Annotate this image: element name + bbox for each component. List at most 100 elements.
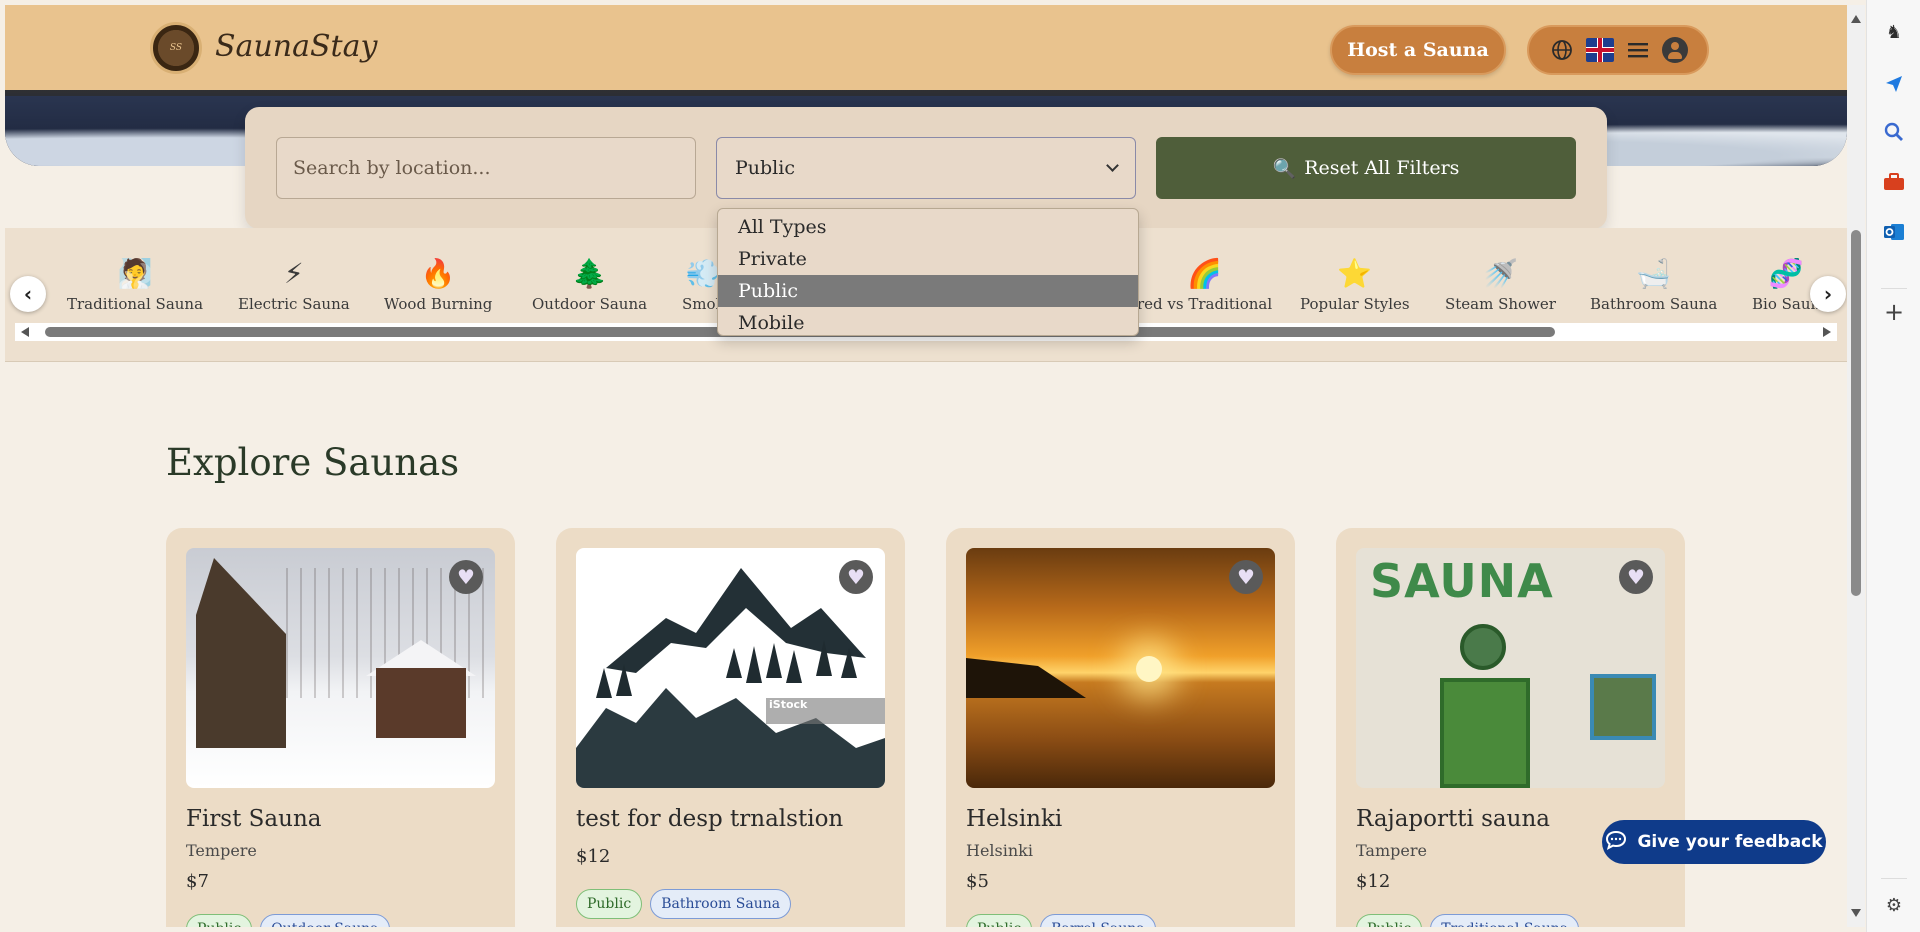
sauna-card-title[interactable]: test for desp trnalstion <box>576 806 843 832</box>
category-icon: 🚿 <box>1483 257 1518 290</box>
search-icon: 🔍 <box>1272 157 1297 180</box>
category-tag: Barrel Sauna <box>1040 914 1156 927</box>
heart-icon[interactable]: ♥ <box>449 560 483 594</box>
sauna-card-tags: Public Bathroom Sauna <box>576 889 792 919</box>
category-icon: ⚡ <box>284 257 304 290</box>
globe-icon[interactable] <box>1549 37 1575 63</box>
outlook-icon[interactable] <box>1882 220 1906 244</box>
type-option-public[interactable]: Public <box>718 275 1138 307</box>
chess-piece-icon[interactable]: ♞ <box>1882 20 1906 44</box>
search-icon[interactable] <box>1882 120 1906 144</box>
browser-side-panel: ♞ + ⚙ <box>1866 0 1920 932</box>
sauna-type-select[interactable]: Public <box>716 137 1136 199</box>
sauna-card-price: $12 <box>1356 871 1391 892</box>
sauna-card[interactable]: iStock ♥ test for desp trnalstion $12 Pu… <box>556 528 905 927</box>
sauna-card-image[interactable]: ♥ <box>186 548 495 788</box>
category-label: Steam Shower <box>1445 295 1556 313</box>
sauna-card-title[interactable]: First Sauna <box>186 806 321 832</box>
sauna-card-image[interactable]: iStock ♥ <box>576 548 885 788</box>
heart-icon[interactable]: ♥ <box>1619 560 1653 594</box>
brand-logo[interactable]: SS <box>150 22 202 74</box>
reset-all-filters-label: Reset All Filters <box>1304 157 1460 179</box>
user-menu-pill[interactable] <box>1527 25 1709 75</box>
type-option-all-types[interactable]: All Types <box>718 211 1138 243</box>
category-icon: 🧬 <box>1768 257 1804 290</box>
category-bathroom-sauna[interactable]: 🛁 Bathroom Sauna <box>1590 257 1718 314</box>
sauna-card[interactable]: SAUNA ♥ Rajaportti sauna Tampere $12 Pub… <box>1336 528 1685 927</box>
sauna-card-price: $7 <box>186 871 209 892</box>
gear-icon[interactable]: ⚙ <box>1882 893 1906 917</box>
category-label: Bathroom Sauna <box>1590 295 1718 313</box>
type-tag: Public <box>186 914 253 927</box>
give-feedback-button[interactable]: Give your feedback <box>1602 820 1826 864</box>
type-option-mobile[interactable]: Mobile <box>718 307 1138 339</box>
category-tag: Bathroom Sauna <box>650 889 792 919</box>
heart-icon[interactable]: ♥ <box>1229 560 1263 594</box>
host-a-sauna-button[interactable]: Host a Sauna <box>1330 25 1506 75</box>
hamburger-menu-icon[interactable] <box>1625 37 1651 63</box>
category-label: Electric Sauna <box>238 295 350 313</box>
category-traditional-sauna[interactable]: 🧖 Traditional Sauna <box>67 257 204 314</box>
chevron-down-icon <box>1106 159 1119 172</box>
sauna-card-location: Tampere <box>1356 841 1427 860</box>
scroll-down-icon[interactable] <box>1851 909 1861 917</box>
explore-saunas-heading: Explore Saunas <box>166 441 460 484</box>
category-bio-sauna[interactable]: 🧬 Bio Saun <box>1752 257 1820 314</box>
category-label: red vs Traditional <box>1137 295 1273 313</box>
uk-flag-icon[interactable] <box>1585 38 1614 62</box>
category-icon: ⭐ <box>1337 257 1373 290</box>
type-tag: Public <box>576 889 643 919</box>
category-wood-burning[interactable]: 🔥 Wood Burning <box>384 257 493 314</box>
sauna-card-tags: Public Outdoor Sauna <box>186 914 390 927</box>
send-icon[interactable] <box>1882 72 1906 96</box>
category-tag: Traditional Sauna <box>1430 914 1580 927</box>
user-avatar-icon[interactable] <box>1661 37 1688 63</box>
sauna-card-location: Helsinki <box>966 841 1033 860</box>
category-steam-shower[interactable]: 🚿 Steam Shower <box>1445 257 1556 314</box>
chevron-right-icon[interactable]: › <box>1810 276 1846 312</box>
sauna-card-image[interactable]: SAUNA ♥ <box>1356 548 1665 788</box>
sauna-type-dropdown: All Types Private Public Mobile <box>717 208 1139 336</box>
category-icon: 🔥 <box>420 257 456 290</box>
sauna-card-price: $12 <box>576 846 611 867</box>
page: SS SaunaStay Host a Sauna Search by loca… <box>5 5 1847 927</box>
category-label: Wood Burning <box>384 295 493 313</box>
category-icon: 🌈 <box>1187 257 1222 290</box>
brand-name[interactable]: SaunaStay <box>215 29 377 64</box>
sauna-card-title[interactable]: Rajaportti sauna <box>1356 806 1550 832</box>
sauna-card-title[interactable]: Helsinki <box>966 806 1062 832</box>
location-search-input[interactable]: Search by location... <box>276 137 696 199</box>
category-icon: 🛁 <box>1636 257 1672 290</box>
give-feedback-label: Give your feedback <box>1637 832 1823 852</box>
type-option-private[interactable]: Private <box>718 243 1138 275</box>
category-label: Traditional Sauna <box>67 295 204 313</box>
category-icon: 🧖 <box>117 257 153 290</box>
type-tag: Public <box>966 914 1033 927</box>
category-label: Popular Styles <box>1300 295 1410 313</box>
toolbox-icon[interactable] <box>1882 170 1906 194</box>
category-icon: 🌲 <box>572 257 607 290</box>
sauna-card-location: Tempere <box>186 841 257 860</box>
page-vertical-scrollbar[interactable] <box>1847 5 1865 927</box>
category-label: Outdoor Sauna <box>532 295 648 313</box>
sauna-card[interactable]: ♥ First Sauna Tempere $7 Public Outdoor … <box>166 528 515 927</box>
sauna-card-image[interactable]: ♥ <box>966 548 1275 788</box>
reset-all-filters-button[interactable]: 🔍 Reset All Filters <box>1156 137 1576 199</box>
category-tag: Outdoor Sauna <box>260 914 390 927</box>
sauna-card-price: $5 <box>966 871 989 892</box>
sauna-card[interactable]: ♥ Helsinki Helsinki $5 Public Barrel Sau… <box>946 528 1295 927</box>
scroll-thumb[interactable] <box>1851 230 1861 596</box>
category-infrared-vs-traditional[interactable]: 🌈 red vs Traditional <box>1137 257 1273 314</box>
chat-bubble-icon <box>1605 830 1627 855</box>
sauna-card-tags: Public Traditional Sauna <box>1356 914 1580 927</box>
sauna-type-selected-value: Public <box>735 157 795 179</box>
site-header: SS SaunaStay Host a Sauna <box>5 5 1847 90</box>
type-tag: Public <box>1356 914 1423 927</box>
heart-icon[interactable]: ♥ <box>839 560 873 594</box>
category-outdoor-sauna[interactable]: 🌲 Outdoor Sauna <box>532 257 648 314</box>
scroll-up-icon[interactable] <box>1851 15 1861 23</box>
category-popular-styles[interactable]: ⭐ Popular Styles <box>1300 257 1410 314</box>
add-icon[interactable]: + <box>1882 298 1906 326</box>
chevron-left-icon[interactable]: ‹ <box>10 276 46 312</box>
category-electric-sauna[interactable]: ⚡ Electric Sauna <box>238 257 350 314</box>
